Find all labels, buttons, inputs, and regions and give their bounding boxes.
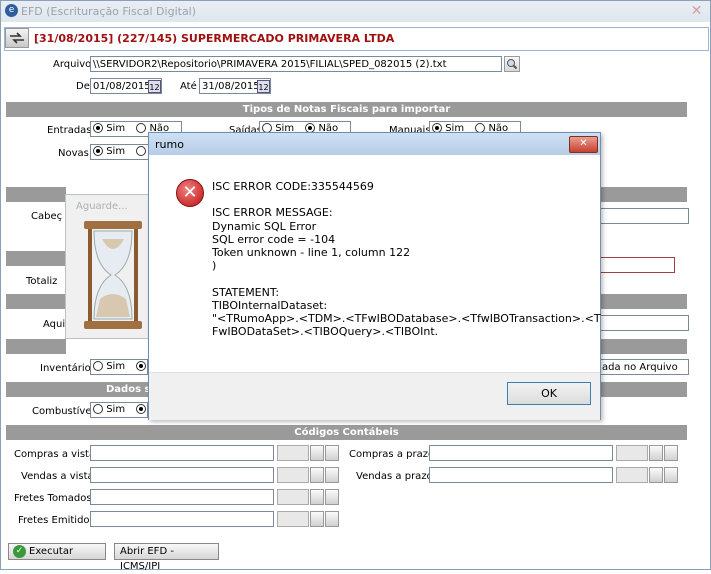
- section-bar: [6, 251, 66, 266]
- fretes-emitidos-input[interactable]: [90, 511, 274, 527]
- compras-vista-desc: [277, 445, 309, 461]
- section-bar: [599, 294, 687, 309]
- clear-icon[interactable]: [325, 489, 339, 505]
- inventario-radio-group: Sim: [90, 359, 148, 375]
- radio-sim[interactable]: [93, 123, 103, 133]
- radio-nao[interactable]: [136, 123, 147, 133]
- clear-icon[interactable]: [325, 467, 339, 483]
- ate-label: Até: [180, 81, 197, 92]
- combustiveis-radio-group: Sim: [90, 402, 148, 418]
- main-window: e EFD (Escrituração Fiscal Digital) ✕ [3…: [0, 0, 711, 572]
- radio-sim[interactable]: [93, 146, 103, 156]
- inventario-label: Inventário: [40, 363, 91, 374]
- error-message: ISC ERROR CODE:335544569 ISC ERROR MESSA…: [212, 180, 601, 339]
- clear-icon[interactable]: [325, 511, 339, 527]
- app-icon: e: [5, 4, 18, 17]
- search-icon[interactable]: [310, 467, 324, 483]
- fretes-tomados-desc: [277, 489, 309, 505]
- radio-nao[interactable]: [136, 146, 147, 156]
- window-title: EFD (Escrituração Fiscal Digital): [21, 5, 197, 18]
- clear-icon[interactable]: [325, 445, 339, 461]
- radio-nao[interactable]: [136, 361, 147, 371]
- clear-icon[interactable]: [664, 467, 678, 483]
- error-dialog-titlebar: rumo ✕: [149, 133, 600, 155]
- abrir-efd-button[interactable]: Abrir EFD - ICMS/IPI: [114, 543, 219, 572]
- arquivo-input[interactable]: \\SERVIDOR2\Repositorio\PRIMAVERA 2015\F…: [90, 56, 502, 72]
- arquivo-label: Arquivo: [53, 59, 92, 70]
- vendas-prazo-desc: [616, 467, 648, 483]
- clear-icon[interactable]: [664, 445, 678, 461]
- close-icon[interactable]: ✕: [687, 3, 706, 20]
- close-icon[interactable]: ✕: [569, 136, 598, 153]
- search-icon[interactable]: [310, 511, 324, 527]
- calendar-icon[interactable]: 12: [148, 80, 161, 93]
- compras-vista-input[interactable]: [90, 445, 274, 461]
- section-bar: [6, 294, 66, 309]
- fretes-emitidos-label: Fretes Emitidos: [18, 515, 95, 526]
- compras-prazo-label: Compras a prazo: [349, 449, 435, 460]
- search-icon[interactable]: [310, 445, 324, 461]
- radio-sim[interactable]: [93, 404, 103, 414]
- text-input[interactable]: [599, 257, 675, 273]
- executar-label: Executar: [29, 546, 74, 557]
- vendas-prazo-label: Vendas a prazo: [356, 471, 433, 482]
- radio-label: Sim: [106, 361, 126, 372]
- totalizadores-label: Totaliz: [26, 276, 58, 287]
- compras-vista-label: Compras a vista: [14, 449, 96, 460]
- vendas-prazo-input[interactable]: [429, 467, 613, 483]
- section-bar: [599, 339, 687, 354]
- entradas-label: Entradas: [47, 125, 92, 136]
- section-codigos: Códigos Contábeis: [6, 425, 687, 440]
- error-dialog: rumo ✕ ✕ ISC ERROR CODE:335544569 ISC ER…: [148, 132, 601, 420]
- hourglass-icon: [84, 221, 142, 329]
- search-icon[interactable]: [310, 489, 324, 505]
- section-tipos: Tipos de Notas Fiscais para importar: [6, 102, 687, 117]
- search-icon[interactable]: [649, 445, 663, 461]
- cabecalho-label: Cabeç: [31, 211, 63, 222]
- radio-nao[interactable]: [136, 404, 147, 414]
- de-label: De: [76, 81, 90, 92]
- compras-prazo-input[interactable]: [429, 445, 613, 461]
- vendas-vista-label: Vendas a vista: [21, 471, 94, 482]
- text-input[interactable]: [599, 208, 689, 224]
- novas-label: Novas: [58, 148, 89, 159]
- back-button[interactable]: [5, 28, 29, 48]
- inventario-right-field[interactable]: ada no Arquivo: [599, 359, 689, 375]
- fretes-tomados-label: Fretes Tomados: [14, 493, 92, 504]
- compras-prazo-desc: [616, 445, 648, 461]
- section-bar: [6, 339, 66, 354]
- company-title: [31/08/2015] (227/145) SUPERMERCADO PRIM…: [34, 32, 395, 45]
- browse-button[interactable]: [504, 56, 520, 72]
- section-bar: [6, 187, 66, 202]
- error-dialog-title: rumo: [155, 138, 184, 151]
- radio-label: Sim: [106, 123, 126, 134]
- fretes-tomados-input[interactable]: [90, 489, 274, 505]
- vendas-vista-desc: [277, 467, 309, 483]
- calendar-icon[interactable]: 12: [257, 80, 270, 93]
- radio-label: Sim: [106, 404, 126, 415]
- vendas-vista-input[interactable]: [90, 467, 274, 483]
- search-icon: [507, 59, 518, 70]
- title-bar: e EFD (Escrituração Fiscal Digital) ✕: [1, 1, 710, 22]
- section-dados-label: Dados s: [106, 384, 151, 395]
- search-icon[interactable]: [649, 467, 663, 483]
- text-input[interactable]: [599, 315, 689, 331]
- radio-sim[interactable]: [93, 361, 103, 371]
- executar-button[interactable]: ✓ Executar: [8, 543, 106, 560]
- radio-label: Sim: [106, 146, 126, 157]
- fretes-emitidos-desc: [277, 511, 309, 527]
- check-icon: ✓: [13, 545, 26, 558]
- section-bar: [599, 187, 687, 202]
- swap-arrows-icon: [10, 32, 24, 44]
- ok-button[interactable]: OK: [507, 382, 591, 405]
- arquivo2-label: Aqui: [43, 319, 66, 330]
- error-icon: ✕: [176, 179, 204, 207]
- aguarde-title: Aguarde...: [76, 201, 128, 212]
